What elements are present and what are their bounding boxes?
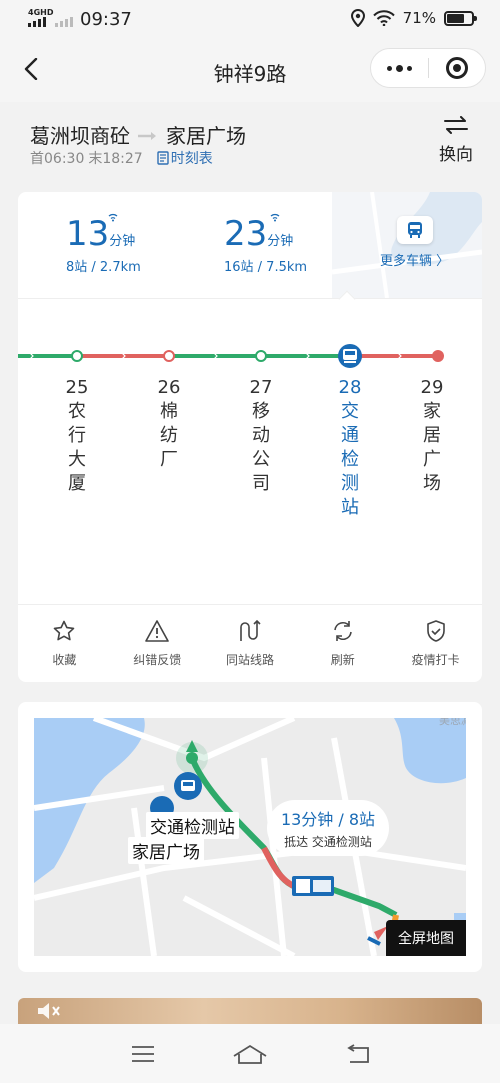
action-label: 刷新 <box>330 653 355 667</box>
nav-bar: 钟祥9路 <box>0 40 500 102</box>
bubble-arrival: 抵达 交通检测站 <box>284 835 372 849</box>
eta-section: 13分钟 8站 / 2.7km 23分钟 16站 / 7.5km 更多车辆 〉 <box>18 192 482 298</box>
fullscreen-map-button[interactable]: 全屏地图 <box>386 920 466 956</box>
stop-27[interactable]: 27 移 动 公 司 <box>249 376 273 496</box>
timetable-link[interactable]: 时刻表 <box>157 148 213 168</box>
home-icon <box>233 1044 267 1064</box>
route-icon <box>240 619 261 641</box>
favorite-button[interactable]: 收藏 <box>18 605 111 682</box>
realtime-icon <box>270 212 280 225</box>
route-destination: 家居广场 <box>166 124 246 148</box>
battery-icon <box>444 10 477 26</box>
stop-29[interactable]: 29 家 居 广 场 <box>420 376 444 496</box>
back-nav-button[interactable] <box>337 1034 377 1074</box>
action-label: 同站线路 <box>225 653 274 667</box>
stop-strip[interactable]: 25 农 行 大 厦 26 棉 纺 厂 27 移 动 公 司 28 交 通 检 … <box>18 322 482 602</box>
last-bus-time: 末18:27 <box>88 151 143 167</box>
home-button[interactable] <box>230 1034 270 1074</box>
timetable-label: 时刻表 <box>170 151 213 167</box>
eta-second-bus: 23分钟 16站 / 7.5km <box>224 213 308 275</box>
route-direction: 葛洲坝商砼 家居广场 <box>30 120 246 149</box>
eta-next-bus: 13分钟 8站 / 2.7km <box>66 213 141 275</box>
video-banner[interactable] <box>18 998 482 1024</box>
bus-icon-button[interactable] <box>397 216 433 244</box>
divider <box>18 298 482 299</box>
bubble-eta: 13分钟 / 8站 <box>280 810 376 829</box>
eta-minutes: 23 <box>224 214 268 254</box>
signal-icon <box>28 17 46 27</box>
bus-icon <box>408 222 422 238</box>
warning-icon <box>145 620 169 642</box>
swap-icon <box>444 116 468 134</box>
star-icon <box>54 620 75 641</box>
status-bar: 4GHD 09:37 71% <box>0 0 500 40</box>
switch-direction-button[interactable]: 换向 <box>436 116 476 165</box>
menu-button[interactable] <box>123 1034 163 1074</box>
wifi-icon <box>372 10 395 26</box>
realtime-icon <box>108 212 118 225</box>
system-nav-bar <box>0 1024 500 1083</box>
route-map[interactable]: 交通检测站 家居广场 美思减 13分钟 / 8站 抵达 交通检测站 全屏地图 <box>34 718 466 956</box>
more-button[interactable] <box>371 49 428 87</box>
map-card: 交通检测站 家居广场 美思减 13分钟 / 8站 抵达 交通检测站 全屏地图 <box>18 702 482 972</box>
status-time: 09:37 <box>80 9 132 30</box>
service-hours: 首06:30 末18:27 时刻表 <box>30 148 213 168</box>
battery-level <box>447 13 465 23</box>
route-line <box>18 344 444 368</box>
stop-25[interactable]: 25 农 行 大 厦 <box>65 376 89 496</box>
eta-unit: 分钟 <box>267 234 294 249</box>
refresh-icon <box>333 621 352 641</box>
current-stop-bus-icon <box>338 344 362 368</box>
stop-26[interactable]: 26 棉 纺 厂 <box>157 376 181 472</box>
health-checkin-button[interactable]: 疫情打卡 <box>389 605 482 682</box>
switch-direction-label: 换向 <box>439 145 473 165</box>
timetable-icon <box>157 151 169 165</box>
arrow-right-icon <box>138 131 156 140</box>
menu-icon <box>132 1045 155 1062</box>
arrival-card: 13分钟 8站 / 2.7km 23分钟 16站 / 7.5km 更多车辆 〉 <box>18 192 482 682</box>
mini-map-background <box>332 192 482 298</box>
shield-check-icon <box>426 620 445 642</box>
action-bar: 收藏 纠错反馈 同站线路 刷新 疫情打卡 <box>18 604 482 682</box>
first-bus-time: 首06:30 <box>30 151 85 167</box>
battery-percent: 71% <box>402 9 436 27</box>
map-corner-text: 美思减 <box>439 718 466 727</box>
miniapp-capsule <box>370 48 486 88</box>
eta-bubble: 13分钟 / 8站 抵达 交通检测站 <box>267 800 389 856</box>
eta-unit: 分钟 <box>109 234 136 249</box>
location-icon <box>350 9 365 27</box>
map-label-station: 交通检测站 <box>146 812 239 839</box>
map-label-destination: 家居广场 <box>128 837 204 864</box>
action-label: 纠错反馈 <box>133 653 182 667</box>
feedback-button[interactable]: 纠错反馈 <box>111 605 204 682</box>
eta-detail: 16站 / 7.5km <box>224 260 308 275</box>
action-label: 疫情打卡 <box>411 653 460 667</box>
close-miniapp-button[interactable] <box>429 49 485 87</box>
route-origin: 葛洲坝商砼 <box>30 124 130 148</box>
refresh-button[interactable]: 刷新 <box>296 605 389 682</box>
action-label: 收藏 <box>52 653 77 667</box>
eta-minutes: 13 <box>66 214 110 254</box>
target-icon <box>445 57 468 79</box>
network-type: 4GHD <box>28 8 54 17</box>
status-right: 71% <box>350 9 477 27</box>
return-icon <box>346 1043 369 1063</box>
more-buses-link[interactable]: 更多车辆 〉 <box>380 250 449 269</box>
stop-28-current[interactable]: 28 交 通 检 测 站 <box>338 376 362 520</box>
route-header: 葛洲坝商砼 家居广场 首06:30 末18:27 时刻表 换向 <box>0 102 500 192</box>
signal-secondary-icon <box>55 17 73 27</box>
mute-icon[interactable] <box>36 1000 62 1022</box>
eta-detail: 8站 / 2.7km <box>66 260 141 275</box>
same-station-lines-button[interactable]: 同站线路 <box>204 605 297 682</box>
